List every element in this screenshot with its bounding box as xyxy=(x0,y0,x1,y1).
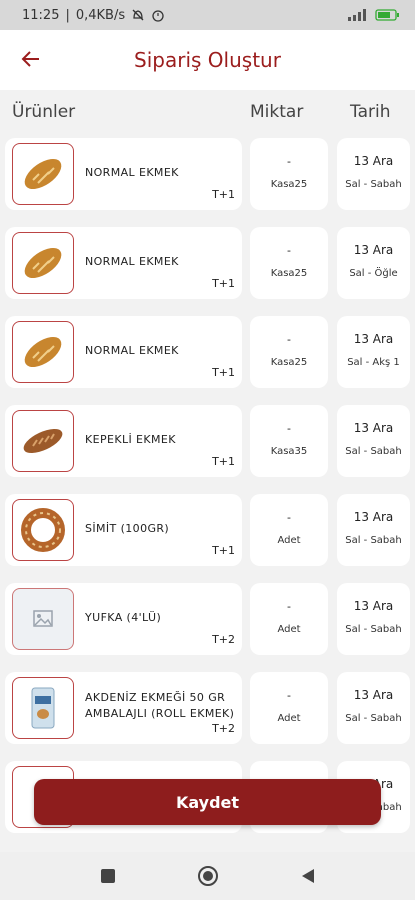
date-selector[interactable]: 13 Ara Sal - Sabah xyxy=(337,138,410,210)
save-button[interactable]: Kaydet xyxy=(34,779,381,825)
delivery-tag: T+1 xyxy=(212,277,235,290)
delivery-date: 13 Ara xyxy=(353,510,394,524)
delivery-slot: Sal - Sabah xyxy=(345,179,402,190)
quantity-field[interactable]: - Adet xyxy=(250,672,328,744)
quantity-unit: Kasa25 xyxy=(270,268,308,279)
delivery-date: 13 Ara xyxy=(353,243,394,257)
quantity-unit: Kasa25 xyxy=(270,357,308,368)
table-row: YUFKA (4'LÜ) T+2 - Adet 13 Ara Sal - Sab… xyxy=(0,583,415,657)
back-button[interactable] xyxy=(16,44,46,74)
date-selector[interactable]: 13 Ara Sal - Öğle xyxy=(337,227,410,299)
delivery-slot: Sal - Sabah xyxy=(345,713,402,724)
table-row: NORMAL EKMEK T+1 - Kasa25 13 Ara Sal - S… xyxy=(0,138,415,212)
quantity-value: - xyxy=(287,333,291,346)
delivery-tag: T+1 xyxy=(212,455,235,468)
table-row: KEPEKLİ EKMEK T+1 - Kasa35 13 Ara Sal - … xyxy=(0,405,415,479)
bread-icon xyxy=(12,232,74,294)
alarm-icon xyxy=(152,10,164,22)
product-name: KEPEKLİ EKMEK xyxy=(85,433,176,446)
quantity-unit: Kasa35 xyxy=(270,446,308,457)
delivery-date: 13 Ara xyxy=(353,599,394,613)
quantity-value: - xyxy=(287,155,291,168)
date-selector[interactable]: 13 Ara Sal - Sabah xyxy=(337,672,410,744)
delivery-tag: T+2 xyxy=(212,633,235,646)
package-icon xyxy=(12,677,74,739)
quantity-unit: Kasa25 xyxy=(270,179,308,190)
quantity-field[interactable]: - Kasa35 xyxy=(250,405,328,477)
home-icon[interactable] xyxy=(197,865,219,887)
simit-icon xyxy=(12,499,74,561)
bread-icon xyxy=(12,321,74,383)
delivery-slot: Sal - Sabah xyxy=(345,446,402,457)
table-row: NORMAL EKMEK T+1 - Kasa25 13 Ara Sal - A… xyxy=(0,316,415,390)
quantity-field[interactable]: - Kasa25 xyxy=(250,316,328,388)
brown-bread-icon xyxy=(12,410,74,472)
quantity-unit: Adet xyxy=(277,535,301,546)
product-card[interactable]: AKDENİZ EKMEĞİ 50 GR AMBALAJLI (ROLL EKM… xyxy=(5,672,242,744)
product-name: NORMAL EKMEK xyxy=(85,255,179,268)
date-selector[interactable]: 13 Ara Sal - Sabah xyxy=(337,405,410,477)
quantity-field[interactable]: - Kasa25 xyxy=(250,227,328,299)
delivery-date: 13 Ara xyxy=(353,154,394,168)
quantity-value: - xyxy=(287,511,291,524)
product-card[interactable]: NORMAL EKMEK T+1 xyxy=(5,138,242,210)
signal-icon xyxy=(348,9,366,21)
system-nav-bar xyxy=(0,852,415,900)
table-row: AKDENİZ EKMEĞİ 50 GR AMBALAJLI (ROLL EKM… xyxy=(0,672,415,746)
back-nav-icon[interactable] xyxy=(299,867,317,885)
product-card[interactable]: NORMAL EKMEK T+1 xyxy=(5,227,242,299)
delivery-tag: T+1 xyxy=(212,544,235,557)
delivery-slot: Sal - Sabah xyxy=(345,624,402,635)
product-card[interactable]: KEPEKLİ EKMEK T+1 xyxy=(5,405,242,477)
delivery-tag: T+1 xyxy=(212,188,235,201)
network-speed: 0,4KB/s xyxy=(75,7,126,23)
column-header-quantity: Miktar xyxy=(250,102,304,122)
table-row: SİMİT (100GR) T+1 - Adet 13 Ara Sal - Sa… xyxy=(0,494,415,568)
page-title: Sipariş Oluştur xyxy=(134,48,281,72)
quantity-field[interactable]: - Adet xyxy=(250,494,328,566)
product-name: NORMAL EKMEK xyxy=(85,166,179,179)
status-bar: 11:25 | 0,4KB/s xyxy=(0,0,415,30)
bread-icon xyxy=(12,143,74,205)
product-card[interactable]: NORMAL EKMEK T+1 xyxy=(5,316,242,388)
recent-apps-icon[interactable] xyxy=(99,867,117,885)
delivery-date: 13 Ara xyxy=(353,421,394,435)
quantity-unit: Adet xyxy=(277,624,301,635)
delivery-date: 13 Ara xyxy=(353,332,394,346)
table-row: NORMAL EKMEK T+1 - Kasa25 13 Ara Sal - Ö… xyxy=(0,227,415,301)
quantity-unit: Adet xyxy=(277,713,301,724)
quantity-value: - xyxy=(287,422,291,435)
notifications-off-icon xyxy=(132,9,144,21)
delivery-date: 13 Ara xyxy=(353,688,394,702)
status-time: 11:25 xyxy=(22,7,60,23)
date-selector[interactable]: 13 Ara Sal - Sabah xyxy=(337,494,410,566)
quantity-value: - xyxy=(287,689,291,702)
product-name: AKDENİZ EKMEĞİ 50 GR AMBALAJLI (ROLL EKM… xyxy=(85,691,235,720)
arrow-left-icon xyxy=(21,51,39,67)
column-header-date: Tarih xyxy=(350,102,391,122)
date-selector[interactable]: 13 Ara Sal - Akş 1 xyxy=(337,316,410,388)
product-name: YUFKA (4'LÜ) xyxy=(85,611,162,624)
image-placeholder-icon xyxy=(12,588,74,650)
product-name: NORMAL EKMEK xyxy=(85,344,179,357)
delivery-slot: Sal - Sabah xyxy=(345,535,402,546)
battery-icon xyxy=(375,9,399,21)
column-header-products: Ürünler xyxy=(12,102,76,122)
delivery-slot: Sal - Akş 1 xyxy=(347,357,400,368)
delivery-tag: T+2 xyxy=(212,722,235,735)
product-card[interactable]: SİMİT (100GR) T+1 xyxy=(5,494,242,566)
quantity-value: - xyxy=(287,600,291,613)
delivery-slot: Sal - Öğle xyxy=(349,268,398,279)
quantity-field[interactable]: - Adet xyxy=(250,583,328,655)
product-card[interactable]: YUFKA (4'LÜ) T+2 xyxy=(5,583,242,655)
quantity-value: - xyxy=(287,244,291,257)
quantity-field[interactable]: - Kasa25 xyxy=(250,138,328,210)
product-name: SİMİT (100GR) xyxy=(85,522,170,535)
delivery-tag: T+1 xyxy=(212,366,235,379)
date-selector[interactable]: 13 Ara Sal - Sabah xyxy=(337,583,410,655)
app-header: Sipariş Oluştur xyxy=(0,30,415,90)
